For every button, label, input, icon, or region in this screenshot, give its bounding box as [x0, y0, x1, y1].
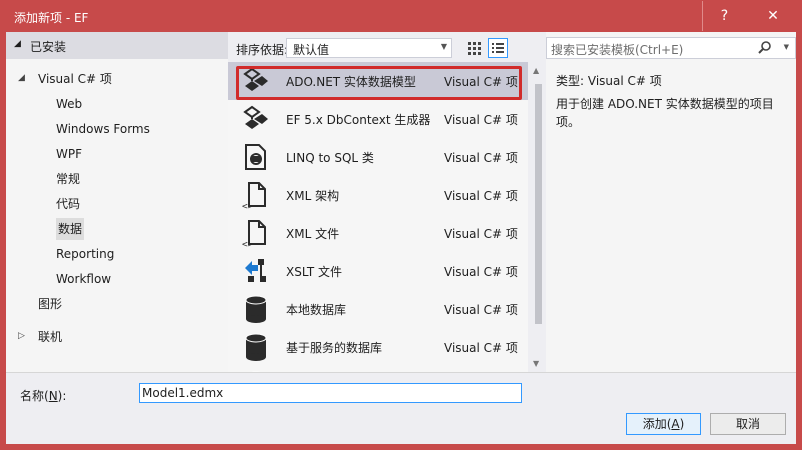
template-list-item[interactable]: EF 5.x DbContext 生成器 Visual C# 项 [228, 100, 528, 138]
xml-schema-icon: <> [242, 180, 270, 212]
xslt-file-icon [242, 256, 270, 286]
dialog-window: 添加新项 - EF ? ✕ ◢ 已安装 Visual C# 项 ◢ Web Windo… [0, 0, 802, 450]
tree-item[interactable]: 代码 [56, 193, 80, 215]
template-list-item[interactable]: 基于服务的数据库 Visual C# 项 [228, 328, 528, 366]
type-line: 类型: Visual C# 项 [556, 72, 662, 89]
template-language: Visual C# 项 [444, 341, 518, 355]
template-name: XML 文件 [286, 227, 340, 241]
installed-header[interactable]: ◢ 已安装 [6, 32, 228, 59]
template-language: Visual C# 项 [444, 227, 518, 241]
list-view-icon [492, 43, 504, 53]
sort-bar: 排序依据: 默认值 ▼ [228, 32, 546, 62]
scroll-up-icon[interactable]: ▲ [533, 66, 539, 75]
template-name: 基于服务的数据库 [286, 341, 383, 355]
search-options-icon[interactable]: ▼ [784, 43, 789, 51]
template-name: 本地数据库 [286, 303, 347, 317]
search-box[interactable]: 搜索已安装模板(Ctrl+E) ▼ [546, 37, 796, 59]
template-list-item[interactable]: 本地数据库 Visual C# 项 [228, 290, 528, 328]
template-language: Visual C# 项 [444, 303, 518, 317]
xml-file-icon: <> [242, 218, 270, 250]
sort-label: 排序依据: [236, 43, 289, 57]
dialog-client: ◢ 已安装 Visual C# 项 ◢ Web Windows Forms WPF 常规代… [6, 32, 796, 444]
template-language: Visual C# 项 [444, 265, 518, 279]
svg-text:<>: <> [242, 240, 253, 248]
template-list-item[interactable]: <> XML 文件 Visual C# 项 [228, 214, 528, 252]
tree-item[interactable]: Web [56, 93, 82, 115]
collapse-triangle-icon: ◢ [14, 39, 21, 49]
template-name: LINQ to SQL 类 [286, 151, 374, 165]
expanded-triangle-icon[interactable]: ◢ [18, 73, 25, 83]
window-title: 添加新项 - EF [14, 11, 89, 25]
list-scrollbar[interactable]: ▲ ▼ [530, 62, 546, 372]
name-input[interactable]: Model1.edmx [139, 383, 522, 403]
tree-item[interactable]: WPF [56, 143, 82, 165]
divider [6, 372, 796, 373]
linq-to-sql-icon [242, 142, 270, 172]
tree-item[interactable]: Visual C# 项 [38, 68, 112, 90]
help-button[interactable]: ? [702, 1, 746, 31]
details-panel: 搜索已安装模板(Ctrl+E) ▼ 类型: Visual C# 项 用于创建 A… [546, 32, 796, 372]
chevron-down-icon: ▼ [440, 42, 447, 51]
tree-item[interactable]: 联机 [38, 326, 62, 348]
scroll-down-icon[interactable]: ▼ [533, 359, 539, 368]
template-language: Visual C# 项 [444, 151, 518, 165]
service-database-icon [242, 332, 270, 362]
template-name: XSLT 文件 [286, 265, 343, 279]
local-database-icon [242, 294, 270, 324]
template-list-item[interactable]: <> XML 架构 Visual C# 项 [228, 176, 528, 214]
template-tree-panel: ◢ 已安装 Visual C# 项 ◢ Web Windows Forms WPF 常规代… [6, 32, 228, 372]
template-list-panel: 排序依据: 默认值 ▼ ADO.NET 实体数据模型 Visual C# 项 E… [228, 32, 546, 372]
installed-label: 已安装 [30, 40, 67, 54]
tree-item[interactable]: 常规 [56, 168, 80, 190]
sort-value: 默认值 [293, 43, 330, 57]
search-icon[interactable] [757, 40, 773, 56]
list-view-button[interactable] [488, 38, 508, 58]
cancel-button[interactable]: 取消 [710, 413, 786, 435]
search-placeholder: 搜索已安装模板(Ctrl+E) [551, 43, 684, 57]
template-list: ADO.NET 实体数据模型 Visual C# 项 EF 5.x DbContex… [228, 62, 528, 372]
grid-view-icon [468, 42, 481, 55]
tree-item[interactable]: Reporting [56, 243, 114, 265]
template-list-item[interactable]: XSLT 文件 Visual C# 项 [228, 252, 528, 290]
type-value: Visual C# 项 [587, 74, 662, 88]
tree-item[interactable]: 图形 [38, 293, 62, 315]
template-name: XML 架构 [286, 189, 340, 203]
template-language: Visual C# 项 [444, 189, 518, 203]
template-list-item[interactable]: LINQ to SQL 类 Visual C# 项 [228, 138, 528, 176]
selection-highlight-box [236, 66, 522, 100]
close-button[interactable]: ✕ [746, 1, 800, 31]
type-label: 类型: [556, 74, 585, 88]
tree-item[interactable]: Windows Forms [56, 118, 150, 140]
sort-dropdown[interactable]: 默认值 ▼ [286, 38, 452, 58]
scroll-thumb[interactable] [535, 84, 542, 324]
svg-text:<>: <> [242, 202, 253, 210]
template-language: Visual C# 项 [444, 113, 518, 127]
name-label: 名称(N): [20, 389, 67, 403]
grid-view-button[interactable] [464, 38, 484, 58]
template-description: 用于创建 ADO.NET 实体数据模型的项目项。 [556, 97, 774, 129]
tree-item[interactable]: 数据 [56, 218, 85, 240]
collapsed-triangle-icon[interactable]: ▷ [18, 331, 25, 341]
template-name: EF 5.x DbContext 生成器 [286, 113, 431, 127]
tree-item[interactable]: Workflow [56, 268, 111, 290]
title-bar: 添加新项 - EF ? ✕ [0, 0, 802, 32]
add-button[interactable]: 添加(A) [626, 413, 701, 435]
dbcontext-generator-icon [242, 104, 270, 134]
